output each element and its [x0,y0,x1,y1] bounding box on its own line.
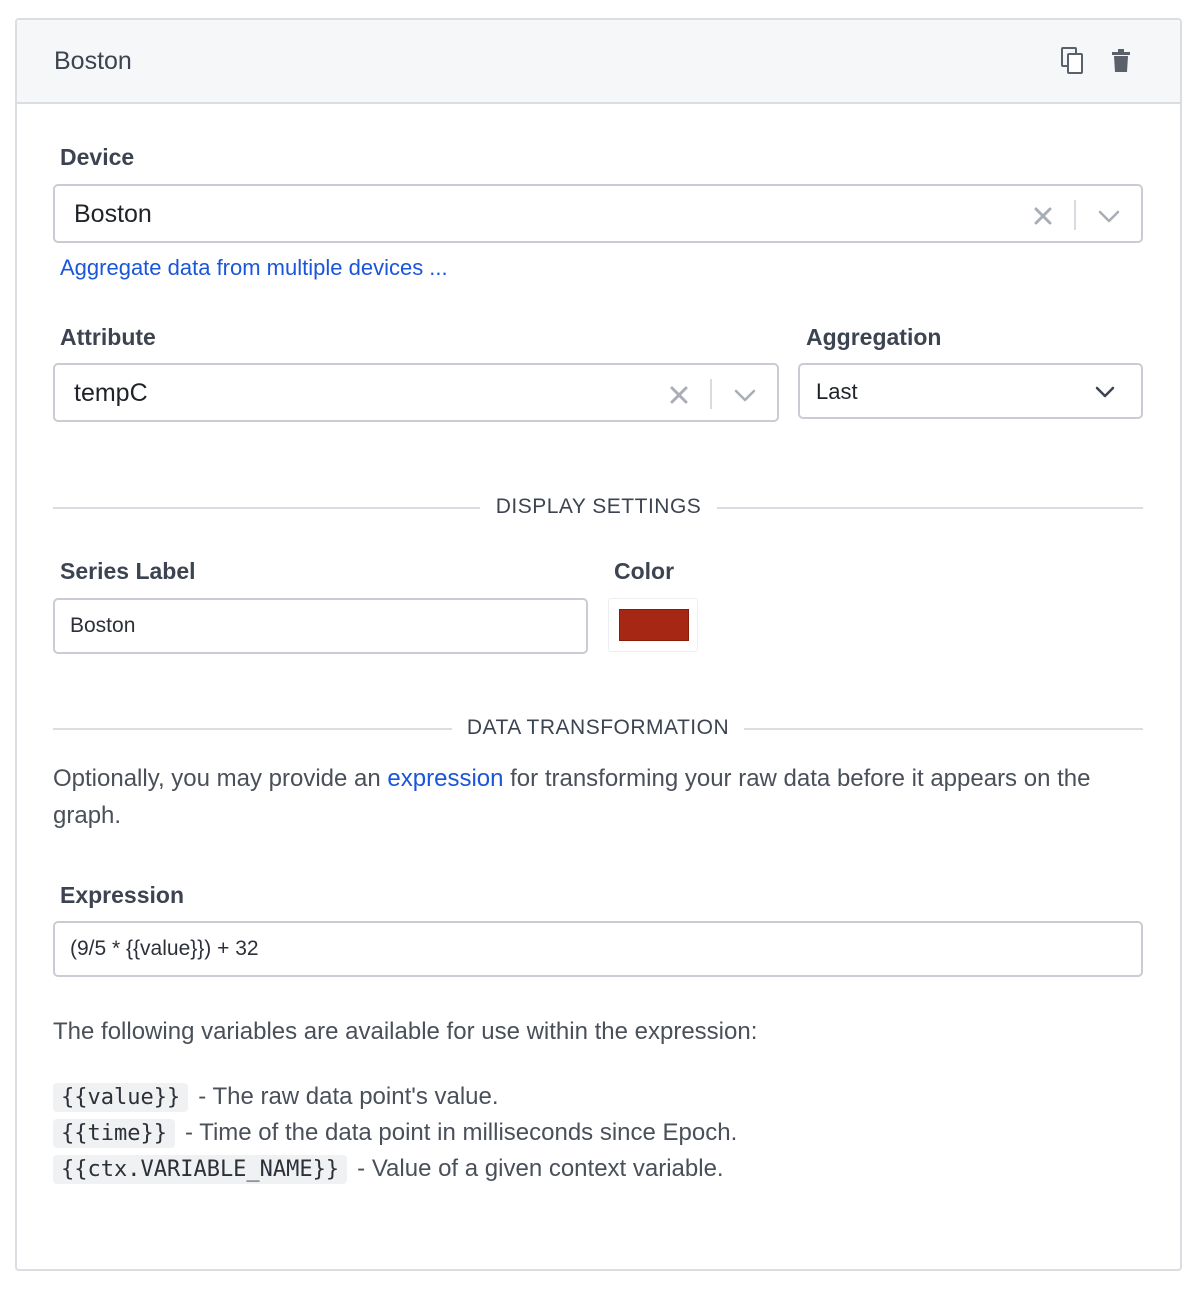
aggregate-devices-link[interactable]: Aggregate data from multiple devices ... [60,255,448,281]
variables-intro: The following variables are available fo… [53,1018,758,1045]
select-separator [1074,200,1076,230]
card-title: Boston [54,47,132,75]
series-label-input[interactable]: Boston [53,598,588,654]
color-swatch[interactable] [619,609,689,641]
variable-code: {{value}} [53,1082,189,1112]
aggregation-select[interactable]: Last [798,363,1143,419]
variable-code: {{time}} [53,1118,175,1148]
divider-line [717,507,1143,509]
clear-icon[interactable] [1031,204,1055,228]
expression-label: Expression [60,882,184,908]
variable-item: {{ctx.VARIABLE_NAME}} - Value of a given… [53,1152,724,1186]
divider-line [53,507,480,509]
card-header: Boston [17,20,1180,104]
attribute-label: Attribute [60,324,156,350]
device-select[interactable]: Boston [53,184,1143,243]
clear-icon[interactable] [667,383,691,407]
attribute-select[interactable]: tempC [53,363,779,422]
device-label: Device [60,144,135,170]
expression-input[interactable]: (9/5 * {{value}}) + 32 [53,921,1143,977]
copy-icon[interactable] [1058,46,1088,76]
variable-item: {{value}} - The raw data point's value. [53,1080,499,1114]
select-separator [710,379,712,409]
attribute-select-value: tempC [74,379,148,407]
variable-description: - Time of the data point in milliseconds… [184,1119,738,1146]
aggregation-label: Aggregation [806,324,942,350]
transformation-intro: Optionally, you may provide an expressio… [53,760,1143,834]
expression-doc-link[interactable]: expression [387,765,503,792]
aggregation-select-value: Last [816,379,858,404]
chevron-down-icon[interactable] [732,382,758,408]
display-settings-heading: DISPLAY SETTINGS [495,495,702,518]
variable-item: {{time}} - Time of the data point in mil… [53,1116,737,1150]
trash-icon[interactable] [1106,46,1136,76]
divider-line [744,728,1143,730]
device-select-value: Boston [74,200,152,228]
chevron-down-icon[interactable] [1092,379,1118,405]
divider-line [53,728,452,730]
chevron-down-icon[interactable] [1096,203,1122,229]
variable-description: - Value of a given context variable. [357,1155,724,1182]
series-label-label: Series Label [60,558,196,584]
color-label: Color [614,558,675,584]
data-transformation-heading: DATA TRANSFORMATION [466,716,730,739]
variable-description: - The raw data point's value. [198,1083,499,1110]
variable-code: {{ctx.VARIABLE_NAME}} [53,1154,348,1184]
color-picker[interactable] [608,598,698,652]
intro-text: Optionally, you may provide an [53,765,388,792]
